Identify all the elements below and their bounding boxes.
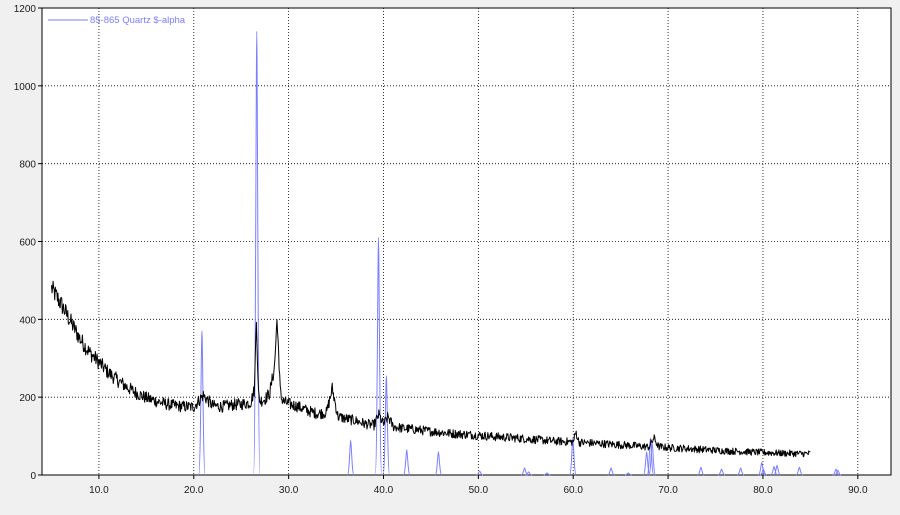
- x-tick-label: 10.0: [89, 485, 109, 496]
- y-tick-label: 1000: [14, 82, 37, 93]
- y-tick-label: 200: [19, 393, 36, 404]
- x-tick-label: 60.0: [563, 485, 583, 496]
- xrd-chart: 10.0 20.0 30.0 40.0 50.0 60.0 70.0 80.0 90.0 0 200…: [14, 4, 892, 496]
- x-tick-label: 30.0: [279, 485, 299, 496]
- x-tick-label: 90.0: [848, 485, 868, 496]
- y-tick-label: 1200: [14, 4, 37, 15]
- x-tick-label: 20.0: [184, 485, 204, 496]
- x-tick-label: 70.0: [658, 485, 678, 496]
- x-tick-label: 40.0: [374, 485, 394, 496]
- y-tick-label: 600: [19, 238, 36, 249]
- x-tick-label: 50.0: [469, 485, 489, 496]
- y-tick-label: 0: [30, 471, 36, 482]
- y-tick-label: 400: [19, 315, 36, 326]
- y-tick-label: 800: [19, 160, 36, 171]
- legend-label: 85-865 Quartz $-alpha: [90, 15, 186, 26]
- x-tick-label: 80.0: [753, 485, 773, 496]
